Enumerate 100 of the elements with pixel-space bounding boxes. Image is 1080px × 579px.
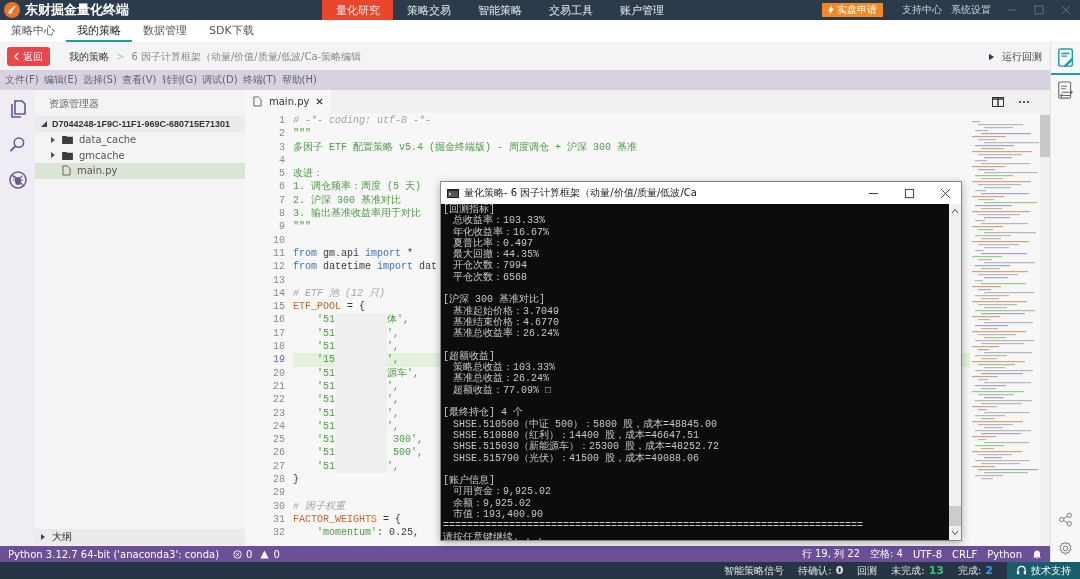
code-text: ', <box>387 380 400 392</box>
counter-label: 待确认: <box>798 563 832 578</box>
line-number: 2 <box>278 127 285 141</box>
code-text: '51 <box>316 460 335 472</box>
console-line: SHSE.515790（光伏）：41500 股，成本=49088.06 <box>452 452 701 464</box>
line-number: 23 <box>272 406 285 420</box>
code-text: """ <box>293 128 311 140</box>
status-item[interactable]: UTF-8 <box>912 548 943 560</box>
nav-tab[interactable]: 账户管理 <box>606 0 677 20</box>
maximize-icon[interactable] <box>904 187 915 199</box>
nav-tab[interactable]: 策略交易 <box>393 0 464 20</box>
counter-value: 0 <box>835 564 844 577</box>
code-text: ', <box>387 394 400 406</box>
signal-label[interactable]: 智能策略信号 <box>724 563 785 578</box>
status-item[interactable]: 空格: 4 <box>870 547 903 561</box>
error-count[interactable]: 0 <box>246 548 253 560</box>
back-button[interactable]: 返回 <box>7 47 50 66</box>
code-text: FACTOR_WEIGHTS <box>293 513 377 525</box>
line-number: 1 <box>278 114 285 128</box>
scroll-down-icon[interactable] <box>951 530 959 536</box>
menu-item[interactable]: 调试(D) <box>201 73 239 87</box>
counter-label: 未完成: <box>891 563 925 578</box>
code-text: ', <box>387 460 400 472</box>
counter-value: 2 <box>985 564 993 577</box>
run-backtest-button[interactable]: 运行回测 <box>989 49 1042 64</box>
menu-item[interactable]: 选择(S) <box>81 73 118 87</box>
menu-item[interactable]: 查看(V) <box>120 73 158 87</box>
menu-item[interactable]: 转到(G) <box>160 73 199 87</box>
files-icon[interactable] <box>9 100 26 118</box>
play-icon <box>989 52 994 61</box>
code-text: 'momentum' <box>316 527 377 539</box>
line-number: 27 <box>272 459 285 473</box>
menu-item[interactable]: 编辑(E) <box>42 73 79 87</box>
tree-item[interactable]: gmcache <box>35 147 245 163</box>
console-line: 策略总收益：103.33% <box>453 362 556 374</box>
debug-icon[interactable] <box>8 171 27 189</box>
status-item[interactable]: CRLF <box>952 548 978 560</box>
tab[interactable]: 策略中心 <box>0 20 66 42</box>
console-heading: [最终持仓] 4 个 <box>443 407 524 419</box>
more-icon[interactable] <box>1018 99 1030 104</box>
tab[interactable]: SDK下载 <box>198 20 265 42</box>
caret-icon <box>40 534 46 540</box>
breadcrumb-item[interactable]: 我的策略 <box>69 49 109 64</box>
tree-item[interactable]: data_cache <box>35 132 245 148</box>
tree-item[interactable]: D7044248-1F9C-11F1-969C-680715E71301 <box>35 116 245 132</box>
counter-value: 13 <box>928 564 944 577</box>
console-line: 余额：9,925.02 <box>452 497 532 509</box>
signal-label[interactable]: 回测 <box>857 563 878 578</box>
menu-item[interactable]: 文件(F) <box>4 73 40 87</box>
code-text: ', <box>387 420 400 432</box>
code-text: = { <box>382 513 402 525</box>
split-editor-icon[interactable] <box>992 96 1004 107</box>
outline-section[interactable]: 大纲 <box>35 529 245 545</box>
console-icon <box>447 188 459 198</box>
bell-icon[interactable] <box>1032 549 1042 559</box>
close-icon[interactable] <box>940 187 951 199</box>
code-text: = { <box>346 301 366 313</box>
line-number: 8 <box>278 207 285 221</box>
code-text: * <box>406 247 414 259</box>
nav-tab[interactable]: 智能策略 <box>464 0 535 20</box>
scrollbar-thumb[interactable] <box>1040 115 1050 157</box>
search-icon[interactable] <box>9 136 26 153</box>
scrollbar-thumb[interactable] <box>949 506 961 526</box>
code-text: dat <box>418 261 438 273</box>
warning-count[interactable]: 0 <box>273 548 280 560</box>
code-text: 500', <box>392 447 424 459</box>
nav-tab[interactable]: 交易工具 <box>535 0 606 20</box>
code-text: 3. 输出基准收益率用于对比 <box>293 208 421 220</box>
close-icon[interactable] <box>316 98 324 105</box>
code-text: '15 <box>316 354 335 366</box>
tab[interactable]: 数据管理 <box>132 20 198 42</box>
console-line: 基准结束价格：4.6770 <box>452 316 560 328</box>
code-text: '51 <box>316 367 335 379</box>
line-number: 18 <box>272 340 285 354</box>
status-item[interactable]: Python <box>987 548 1022 560</box>
console-line: 开仓次数：7994 <box>452 260 528 272</box>
code-text: } <box>293 474 299 485</box>
line-number: 16 <box>272 313 285 327</box>
support-button[interactable]: 技术支持 <box>1007 562 1080 579</box>
share-icon[interactable] <box>1058 512 1073 527</box>
status-item[interactable]: 行 19, 列 22 <box>801 547 860 561</box>
explorer-title: 资源管理器 <box>48 97 100 111</box>
code-text: '51 <box>316 327 335 339</box>
line-number: 4 <box>278 153 285 168</box>
top-link[interactable]: 支持中心 <box>902 3 942 17</box>
scroll-up-icon[interactable] <box>951 208 959 214</box>
menu-item[interactable]: 帮助(H) <box>280 73 318 87</box>
console-line: 基准总收益：26.24% <box>452 373 550 385</box>
lightning-icon <box>828 5 834 15</box>
menu-item[interactable]: 终端(T) <box>241 73 278 87</box>
editor-tab[interactable]: main.py <box>245 90 332 113</box>
tree-item[interactable]: main.py <box>35 163 245 179</box>
line-number: 28 <box>272 473 285 487</box>
code-text: # ETF 池 (12 只) <box>293 287 385 299</box>
top-link[interactable]: 系统设置 <box>951 3 991 17</box>
settings-icon[interactable] <box>1058 541 1073 556</box>
nav-tab[interactable]: 量化研究 <box>322 0 393 20</box>
line-number: 30 <box>272 499 285 513</box>
interpreter-status[interactable]: Python 3.12.7 64-bit ('anaconda3': conda) <box>8 548 220 560</box>
code-text: '51 <box>316 314 335 326</box>
